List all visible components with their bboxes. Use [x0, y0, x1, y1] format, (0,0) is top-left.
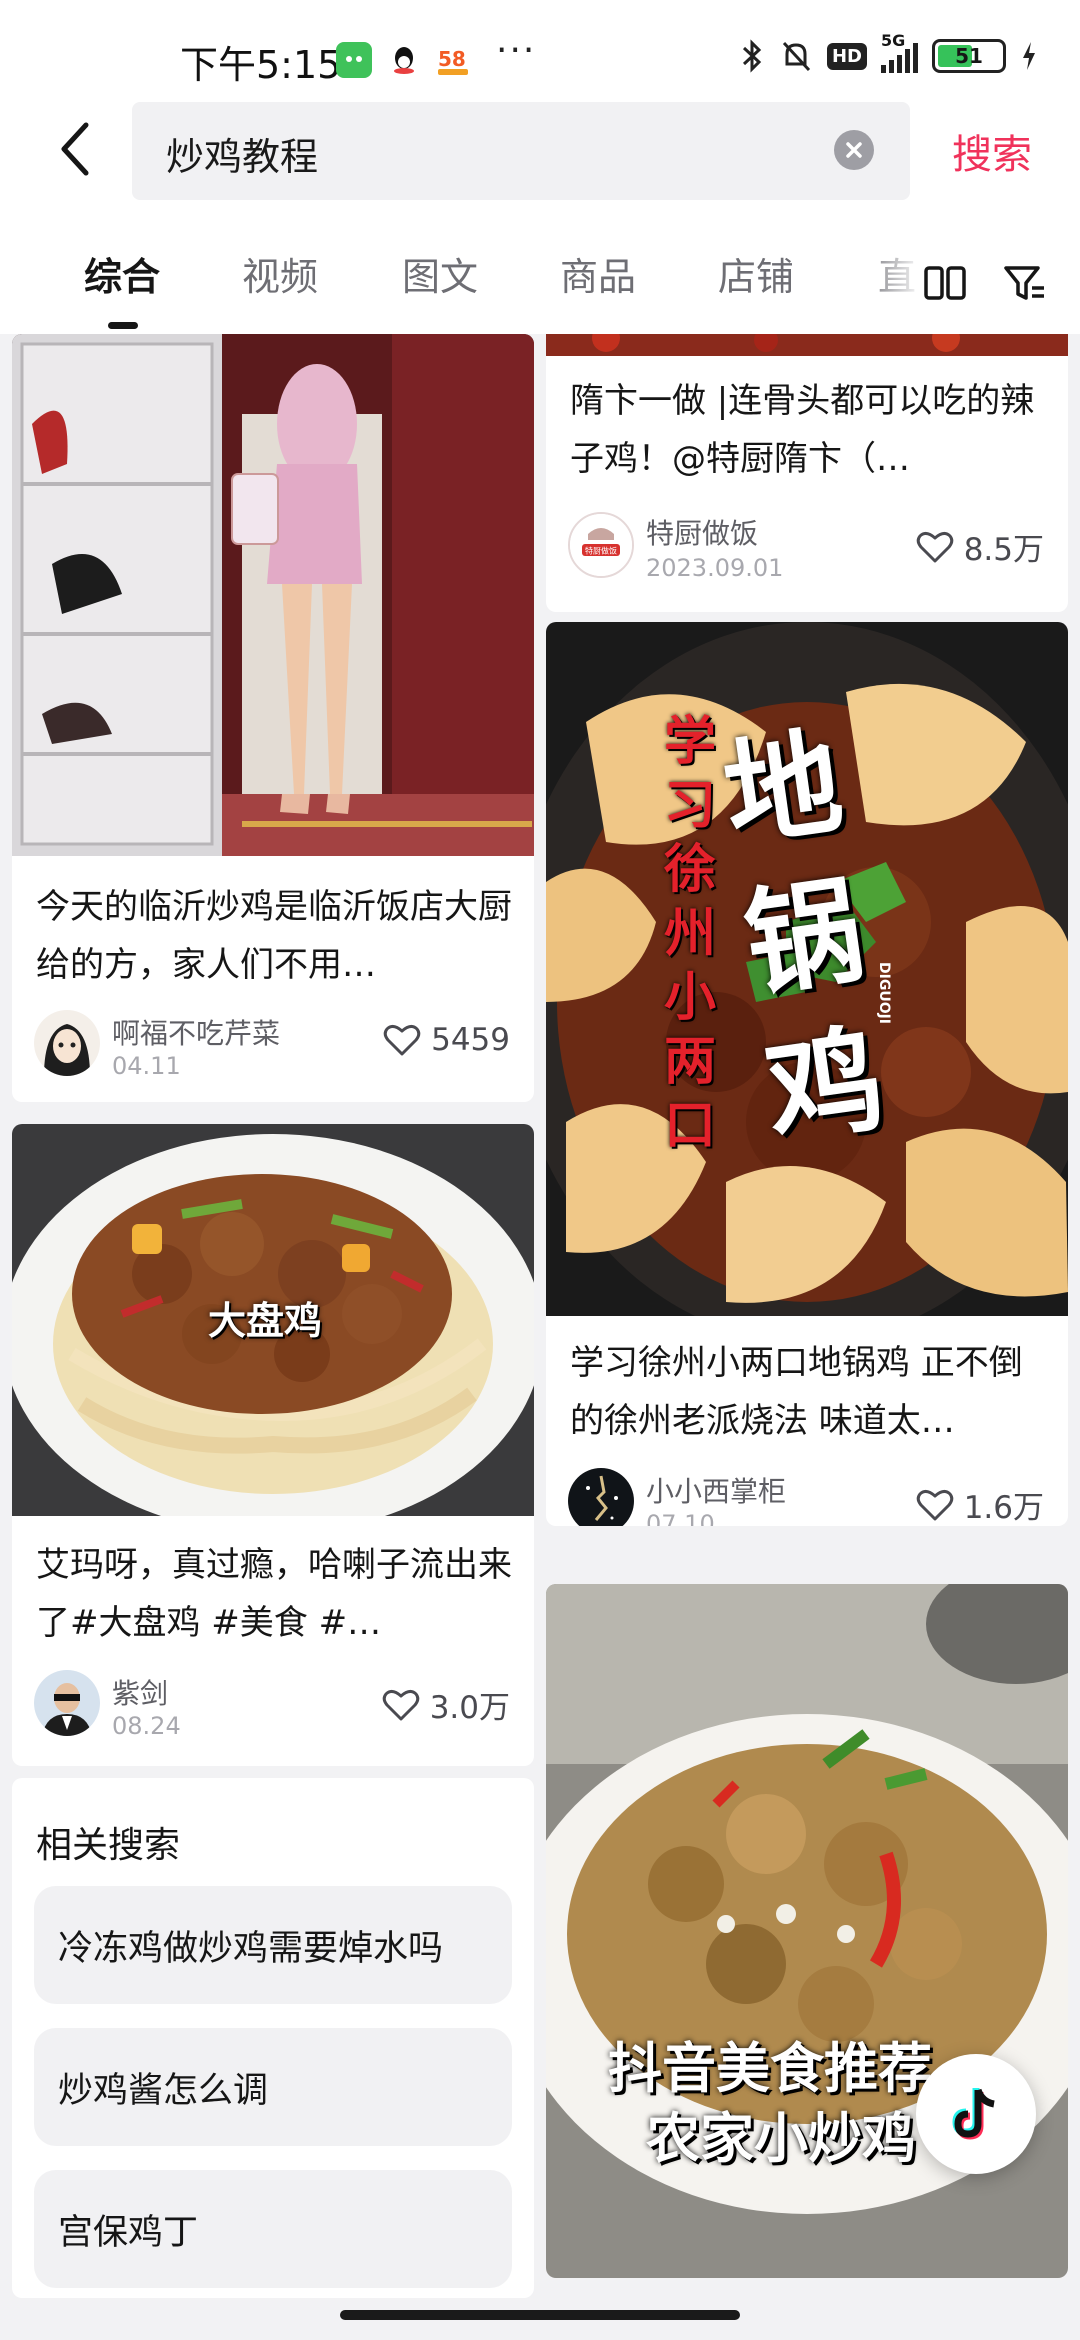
active-tab-indicator	[108, 322, 138, 329]
avatar	[568, 1468, 634, 1526]
like-button[interactable]: 1.6万	[916, 1482, 1044, 1526]
related-searches-title: 相关搜索	[36, 1825, 181, 1866]
author-name: 特厨做饭	[646, 517, 759, 550]
related-search-item[interactable]: 炒鸡酱怎么调	[34, 2028, 512, 2146]
card-thumbnail: 抖音美食推荐 农家小炒鸡	[546, 1584, 1068, 2278]
card-title: 今天的临沂炒鸡是临沂饭店大厨给的方，家人们不用…	[36, 887, 512, 985]
qq-app-icon	[386, 42, 422, 78]
heart-icon	[383, 1024, 421, 1056]
mute-bell-icon	[782, 41, 811, 72]
like-count: 8.5万	[963, 532, 1044, 568]
search-query: 炒鸡教程	[166, 135, 319, 179]
app-58-icon: 58	[434, 42, 470, 78]
like-button[interactable]: 8.5万	[916, 524, 1044, 569]
double-column-layout-icon[interactable]	[920, 258, 970, 308]
battery-indicator: 51	[932, 39, 1006, 73]
card-title: 艾玛呀，真过瘾，哈喇子流出来了#大盘鸡 #美食 #…	[36, 1545, 512, 1643]
close-icon	[846, 142, 862, 158]
avatar	[34, 1670, 100, 1736]
feed-card[interactable]: 抖音美食推荐 农家小炒鸡	[546, 1584, 1068, 2278]
bluetooth-icon	[742, 39, 762, 73]
more-notifications-icon: ···	[496, 30, 537, 71]
author-name: 小小西掌柜	[646, 1475, 787, 1508]
network-type: 5G	[881, 31, 906, 50]
avatar-text: 特厨做饭	[585, 546, 617, 556]
related-search-item[interactable]: 冷冻鸡做炒鸡需要焯水吗	[34, 1886, 512, 2004]
home-indicator[interactable]	[340, 2310, 740, 2320]
tab-image-text[interactable]: 图文	[402, 246, 478, 301]
card-thumbnail	[546, 334, 1068, 356]
tiktok-icon	[952, 2088, 995, 2140]
like-count: 1.6万	[963, 1490, 1044, 1526]
wechat-app-icon	[336, 42, 372, 78]
tab-comprehensive[interactable]: 综合	[84, 246, 160, 301]
feed-card[interactable]: 学习徐州小两口 地锅鸡 DIGUOJI 学习徐州小两口地锅鸡 正不倒的徐州老派烧…	[546, 622, 1068, 1526]
author-name: 紫剑	[112, 1677, 169, 1710]
card-title: 隋卞一做 |连骨头都可以吃的辣子鸡！@特厨隋卞（…	[570, 381, 1035, 479]
status-indicators: HD 5G 51	[739, 31, 1038, 74]
author-name: 啊福不吃芹菜	[112, 1017, 281, 1050]
post-date: 07.10	[646, 1510, 715, 1526]
thumbnail-caption-line2: 农家小炒鸡	[646, 2107, 916, 2170]
heart-icon	[916, 1489, 953, 1520]
filter-icon[interactable]	[1000, 258, 1050, 308]
search-input[interactable]: 炒鸡教程	[132, 102, 910, 200]
svg-text:58: 58	[438, 47, 466, 71]
tab-shops[interactable]: 店铺	[718, 246, 794, 301]
thumbnail-caption: 大盘鸡	[208, 1299, 323, 1343]
thumbnail-caption-line1: 抖音美食推荐	[608, 2037, 932, 2100]
tab-video[interactable]: 视频	[242, 246, 318, 301]
douyin-float-button[interactable]	[916, 2054, 1036, 2174]
search-header: 炒鸡教程 搜索	[0, 92, 1080, 222]
tab-products[interactable]: 商品	[560, 246, 636, 301]
post-date: 08.24	[112, 1712, 181, 1740]
status-bar: 下午5:15 58 ··· HD 5G 51	[0, 0, 1080, 92]
search-button[interactable]: 搜索	[952, 122, 1032, 180]
related-searches: 相关搜索 冷冻鸡做炒鸡需要焯水吗 炒鸡酱怎么调 宫保鸡丁	[12, 1778, 534, 2298]
thumbnail-side-caption: 学习徐州小两口	[664, 712, 717, 1156]
signal-indicator: 5G	[881, 31, 918, 73]
battery-level: 51	[955, 44, 983, 68]
like-button[interactable]: 3.0万	[382, 1682, 510, 1727]
clear-search-button[interactable]	[834, 130, 874, 170]
feed-card[interactable]: 今天的临沂炒鸡是临沂饭店大厨给的方，家人们不用… 啊福不吃芹菜 04.11 54…	[12, 334, 534, 1102]
charging-icon	[1023, 42, 1035, 70]
card-title: 学习徐州小两口地锅鸡 正不倒的徐州老派烧法 味道太…	[570, 1343, 1023, 1441]
card-thumbnail: 大盘鸡	[12, 1124, 534, 1516]
avatar	[34, 1010, 100, 1076]
like-count: 3.0万	[429, 1690, 510, 1726]
back-button[interactable]	[46, 114, 106, 184]
avatar: 特厨做饭	[568, 512, 634, 578]
post-date: 2023.09.01	[646, 554, 784, 582]
card-thumbnail: 学习徐州小两口 地锅鸡 DIGUOJI	[546, 622, 1068, 1316]
post-date: 04.11	[112, 1052, 181, 1080]
like-count: 5459	[431, 1022, 510, 1058]
related-search-item[interactable]: 宫保鸡丁	[34, 2170, 512, 2288]
status-time: 下午5:15	[180, 43, 342, 87]
heart-icon	[916, 531, 953, 562]
heart-icon	[382, 1689, 419, 1720]
category-tabs: 综合 视频 图文 商品 店铺 直	[0, 222, 1080, 334]
like-button[interactable]: 5459	[383, 1022, 510, 1058]
thumbnail-small-caption: DIGUOJI	[876, 962, 892, 1025]
card-thumbnail	[12, 334, 534, 856]
feed-card[interactable]: 大盘鸡 艾玛呀，真过瘾，哈喇子流出来了#大盘鸡 #美食 #… 紫剑 08.24 …	[12, 1124, 534, 1766]
feed-card[interactable]: 隋卞一做 |连骨头都可以吃的辣子鸡！@特厨隋卞（… 特厨做饭 特厨做饭 2023…	[546, 334, 1068, 612]
chevron-left-icon	[61, 122, 89, 176]
hd-badge: HD	[826, 42, 867, 70]
